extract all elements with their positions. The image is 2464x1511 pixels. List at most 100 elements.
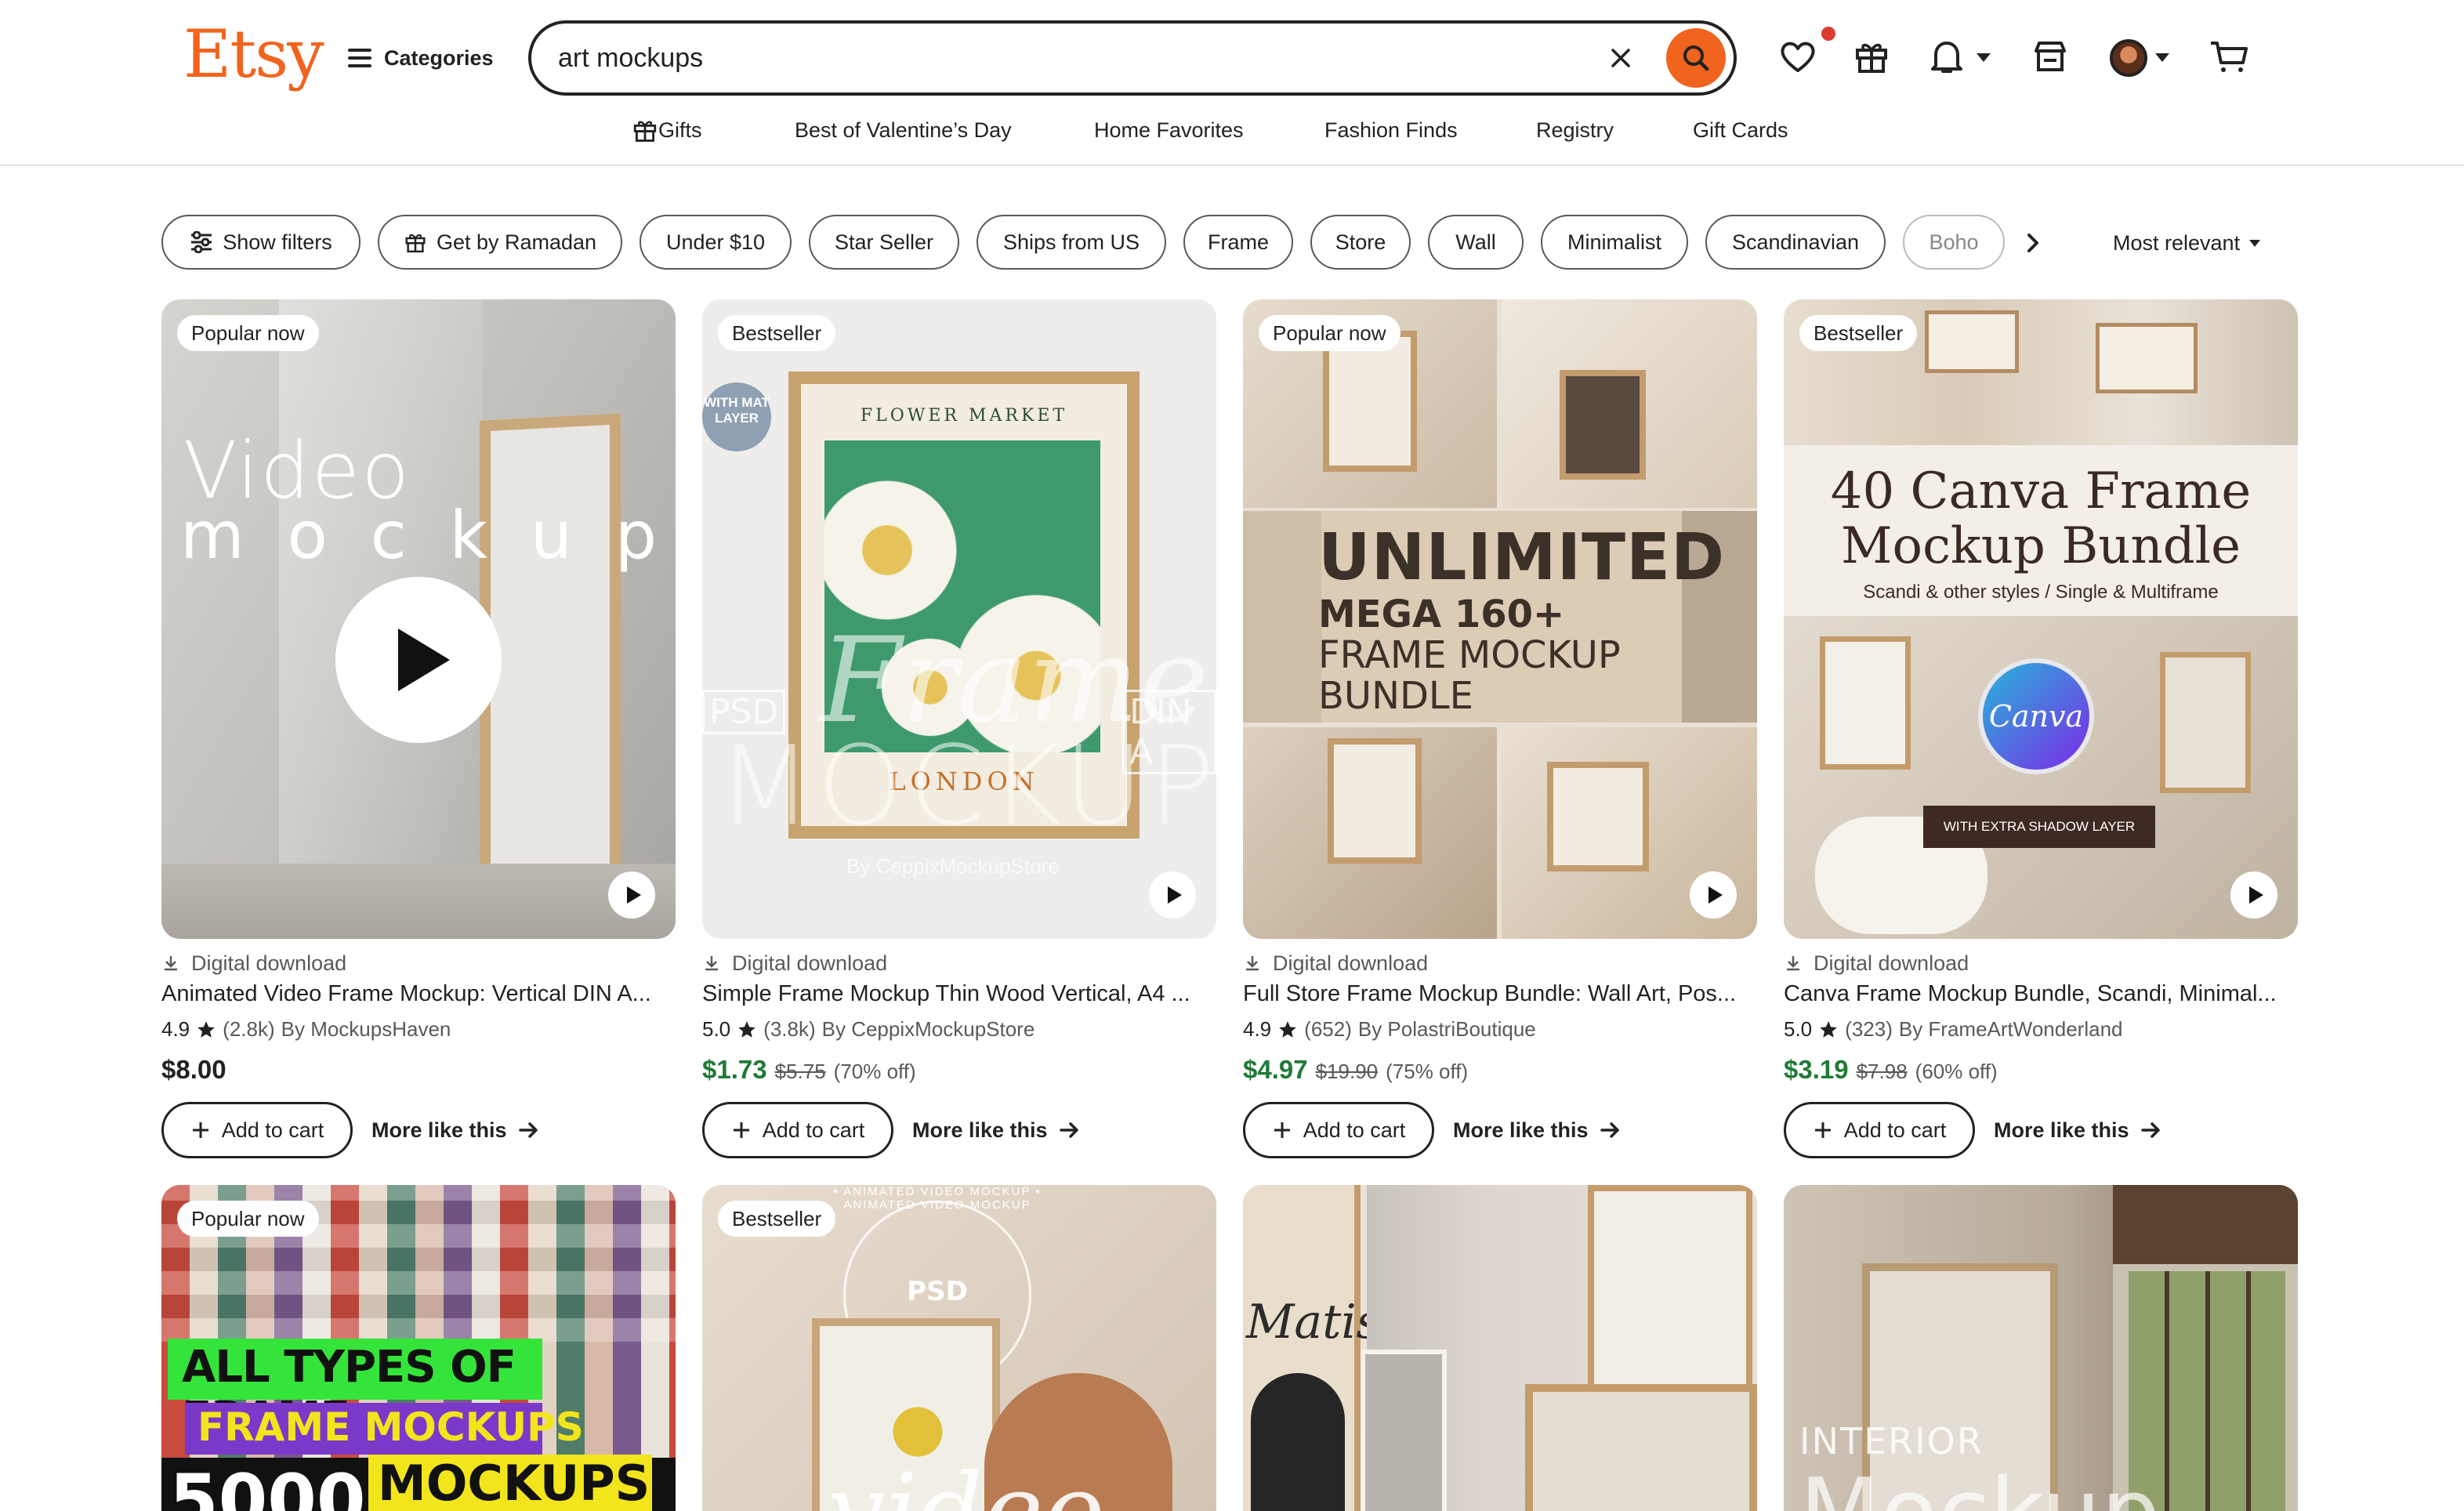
chip-minimalist[interactable]: Minimalist	[1541, 215, 1688, 270]
subnav-valentines[interactable]: Best of Valentine’s Day	[795, 116, 1012, 144]
chip-store[interactable]: Store	[1310, 215, 1411, 270]
video-play-icon[interactable]	[608, 871, 655, 919]
chip-scandinavian[interactable]: Scandinavian	[1705, 215, 1886, 270]
subnav-gifts[interactable]: Gifts	[632, 116, 702, 144]
sort-dropdown[interactable]: Most relevant	[2113, 229, 2261, 257]
avatar[interactable]	[2110, 39, 2147, 77]
video-play-icon[interactable]	[1149, 871, 1196, 919]
chevron-right-icon[interactable]	[2019, 229, 2047, 257]
chip-get-by-ramadan[interactable]: Get by Ramadan	[378, 215, 622, 270]
account-caret-icon[interactable]	[2155, 53, 2169, 62]
download-icon	[705, 956, 718, 971]
add-to-cart-button[interactable]: Add to cart	[1243, 1102, 1434, 1158]
listing-badge: Popular now	[177, 315, 319, 351]
video-play-icon[interactable]	[1690, 871, 1737, 919]
add-to-cart-button[interactable]: Add to cart	[161, 1102, 353, 1158]
listing-title[interactable]: Full Store Frame Mockup Bundle: Wall Art…	[1243, 981, 1757, 1007]
more-like-this-link[interactable]: More like this	[1994, 1114, 2162, 1146]
add-to-cart-button[interactable]: Add to cart	[1784, 1102, 1975, 1158]
digital-download-label: Digital download	[1814, 951, 1969, 975]
listing-image[interactable]: 40 Canva Frame Mockup Bundle Scandi & ot…	[1784, 299, 2298, 939]
more-like-this-link[interactable]: More like this	[1453, 1114, 1622, 1146]
listing-badge: Popular now	[1259, 315, 1400, 351]
large-play-button[interactable]	[335, 577, 502, 743]
favorites-notification-dot	[1821, 27, 1835, 41]
sort-label: Most relevant	[2113, 230, 2241, 255]
listing-rating: 4.9 (652) By PolastriBoutique	[1243, 1017, 1536, 1042]
listing-image[interactable]: FLOWER MARKET LONDON WITH MAT LAYER PSD …	[702, 299, 1216, 939]
subnav-gifts-label: Gifts	[658, 118, 702, 142]
chip-boho[interactable]: Boho	[1903, 215, 2005, 270]
subnav-home-favorites[interactable]: Home Favorites	[1094, 116, 1244, 144]
digital-download-row: Digital download	[1243, 950, 1428, 977]
subnav-registry[interactable]: Registry	[1536, 116, 1614, 144]
listing-price: $3.19 $7.98 (60% off)	[1784, 1055, 1998, 1085]
image-text-unlimited: UNLIMITED	[1318, 520, 1726, 595]
shop-manager-icon[interactable]	[2028, 34, 2072, 78]
image-text-40-canva: 40 Canva Frame	[1830, 462, 2252, 520]
cart-icon[interactable]	[2207, 34, 2251, 78]
listing-image[interactable]: ALL TYPES OF FRAME FRAME MOCKUPS 5000 MO…	[161, 1185, 676, 1511]
plus-icon	[733, 1122, 749, 1138]
image-text-mega: MEGA 160+	[1318, 592, 1565, 636]
image-text-mockup: Mockup	[1799, 1459, 2161, 1511]
price-now: $8.00	[161, 1055, 226, 1084]
more-like-this-link[interactable]: More like this	[371, 1114, 540, 1146]
add-to-cart-button[interactable]: Add to cart	[702, 1102, 893, 1158]
etsy-logo[interactable]: Etsy	[183, 16, 324, 92]
categories-button[interactable]: Categories	[348, 41, 494, 75]
chip-wall[interactable]: Wall	[1428, 215, 1524, 270]
listing-image[interactable]: PSD • ANIMATED VIDEO MOCKUP • ANIMATED V…	[702, 1185, 1216, 1511]
listing-title[interactable]: Animated Video Frame Mockup: Vertical DI…	[161, 981, 676, 1007]
listing-title[interactable]: Canva Frame Mockup Bundle, Scandi, Minim…	[1784, 981, 2298, 1007]
rating-value: 5.0	[702, 1017, 731, 1041]
price-now: $3.19	[1784, 1055, 1849, 1084]
search-bar	[528, 20, 1737, 96]
add-to-cart-label: Add to cart	[1303, 1118, 1406, 1142]
notifications-caret-icon[interactable]	[1977, 53, 1991, 62]
listing-rating: 5.0 (323) By FrameArtWonderland	[1784, 1017, 2123, 1042]
listing-image[interactable]: UNLIMITED MEGA 160+ FRAME MOCKUP BUNDLE …	[1243, 299, 1757, 939]
show-filters-label: Show filters	[223, 230, 332, 254]
listing-image[interactable]: INTERIOR Mockup	[1784, 1185, 2298, 1511]
gift-icon[interactable]	[1850, 34, 1893, 78]
price-original: $5.75	[774, 1060, 826, 1083]
show-filters-button[interactable]: Show filters	[161, 215, 361, 270]
shop-name[interactable]: By FrameArtWonderland	[1899, 1017, 2123, 1042]
digital-download-label: Digital download	[191, 951, 347, 975]
image-text-frame-mockups: FRAME MOCKUPS	[197, 1404, 584, 1450]
digital-download-row: Digital download	[161, 950, 346, 977]
add-to-cart-label: Add to cart	[221, 1118, 324, 1142]
clear-search-icon[interactable]	[1603, 41, 1638, 75]
shop-name[interactable]: By MockupsHaven	[281, 1017, 451, 1042]
subnav-fashion-finds[interactable]: Fashion Finds	[1324, 116, 1458, 144]
more-like-this-link[interactable]: More like this	[912, 1114, 1081, 1146]
subnav-gift-cards[interactable]: Gift Cards	[1693, 116, 1788, 144]
chip-star-seller[interactable]: Star Seller	[809, 215, 959, 270]
search-input[interactable]	[558, 38, 1577, 78]
chip-frame[interactable]: Frame	[1183, 215, 1293, 270]
filters-sliders-icon	[191, 231, 212, 253]
listing-badge: Bestseller	[718, 1201, 836, 1237]
arrow-right-icon	[518, 1122, 538, 1138]
listing-title[interactable]: Simple Frame Mockup Thin Wood Vertical, …	[702, 981, 1216, 1007]
image-text-scandi: Scandi & other styles / Single & Multifr…	[1863, 582, 2219, 603]
chip-under-10[interactable]: Under $10	[640, 215, 792, 270]
price-now: $4.97	[1243, 1055, 1308, 1084]
shop-name[interactable]: By CeppixMockupStore	[822, 1017, 1035, 1042]
listing-image[interactable]: Matisse	[1243, 1185, 1757, 1511]
mat-layer-sticker: WITH MAT LAYER	[702, 382, 771, 451]
more-like-this-label: More like this	[1994, 1118, 2129, 1142]
listing-rating: 5.0 (3.8k) By CeppixMockupStore	[702, 1017, 1035, 1042]
listing-price: $1.73 $5.75 (70% off)	[702, 1055, 916, 1085]
frame-artwork	[480, 413, 621, 930]
chip-ships-from-us[interactable]: Ships from US	[977, 215, 1166, 270]
plus-icon	[1274, 1122, 1290, 1138]
search-button[interactable]	[1666, 28, 1726, 88]
video-play-icon[interactable]	[2230, 871, 2277, 919]
shop-name[interactable]: By PolastriBoutique	[1358, 1017, 1536, 1042]
favorites-heart-icon[interactable]	[1776, 34, 1820, 78]
listing-image[interactable]: Video m o c k u p Popular now	[161, 299, 676, 939]
canva-logo-text: Canva	[1988, 699, 2084, 734]
notifications-bell-icon[interactable]	[1925, 34, 1969, 78]
